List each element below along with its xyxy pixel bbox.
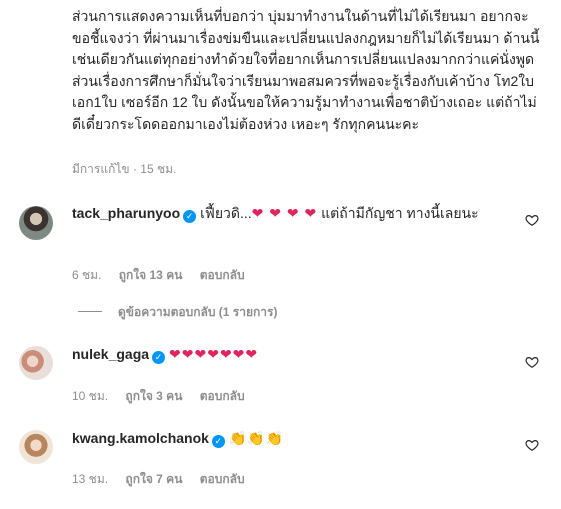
comment-time[interactable]: 10 ชม. [72, 389, 108, 403]
divider-dash [78, 311, 102, 312]
comment-meta: 10 ชม. ถูกใจ 3 คน ตอบกลับ [72, 387, 259, 406]
comment-likes[interactable]: ถูกใจ 3 คน [125, 389, 182, 403]
comment-body: kwang.kamolchanok ✓ 👏👏👏 [72, 428, 522, 449]
comment-likes[interactable]: ถูกใจ 7 คน [125, 472, 182, 486]
comment-text: เฟี้ยวดิ... [200, 205, 252, 221]
comment-username[interactable]: nulek_gaga [72, 346, 149, 362]
comment-body: tack_pharunyoo ✓ เฟี้ยวดิ...❤ ❤ ❤ ❤ แต่ถ้า… [72, 203, 522, 224]
comment-username[interactable]: tack_pharunyoo [72, 205, 180, 221]
heart-outline-icon[interactable] [525, 355, 539, 369]
verified-badge-icon: ✓ [152, 351, 166, 364]
reply-button[interactable]: ตอบกลับ [200, 389, 245, 403]
comment-meta: 13 ชม. ถูกใจ 7 คน ตอบกลับ [72, 470, 259, 489]
heart-emoji: ❤ ❤ ❤ ❤ [251, 205, 318, 221]
comment-text-after: แต่ถ้ามีกัญชา ทางนี้เลยนะ [317, 205, 479, 221]
comments-panel: ส่วนการแสดงความเห็นที่บอกว่า บุ่มมาทำงาน… [0, 0, 561, 509]
caption-time: 15 ชม. [140, 162, 177, 176]
post-caption: ส่วนการแสดงความเห็นที่บอกว่า บุ่มมาทำงาน… [72, 8, 540, 132]
reply-button[interactable]: ตอบกลับ [200, 472, 245, 486]
comment-body: nulek_gaga ✓ ❤❤❤❤❤❤❤ [72, 344, 522, 365]
heart-outline-icon[interactable] [525, 438, 539, 452]
view-replies-label: ดูข้อความตอบกลับ (1 รายการ) [118, 305, 278, 319]
verified-badge-icon: ✓ [211, 435, 225, 448]
clapping-emoji: 👏👏👏 [228, 430, 285, 446]
avatar[interactable] [19, 430, 53, 464]
comment-time[interactable]: 6 ชม. [72, 268, 101, 282]
caption-meta: มีการแก้ไข · 15 ชม. [72, 162, 177, 176]
avatar[interactable] [19, 346, 53, 380]
reply-button[interactable]: ตอบกลับ [200, 268, 245, 282]
heart-emoji: ❤❤❤❤❤❤❤ [169, 346, 259, 362]
heart-outline-icon[interactable] [525, 213, 539, 227]
verified-badge-icon: ✓ [183, 210, 197, 223]
view-replies-button[interactable]: ดูข้อความตอบกลับ (1 รายการ) [78, 303, 277, 322]
comment-likes[interactable]: ถูกใจ 13 คน [119, 268, 183, 282]
comment-time[interactable]: 13 ชม. [72, 472, 108, 486]
edited-label: มีการแก้ไข [72, 162, 130, 176]
comment-meta: 6 ชม. ถูกใจ 13 คน ตอบกลับ [72, 266, 259, 285]
avatar[interactable] [19, 206, 53, 240]
comment-username[interactable]: kwang.kamolchanok [72, 430, 209, 446]
